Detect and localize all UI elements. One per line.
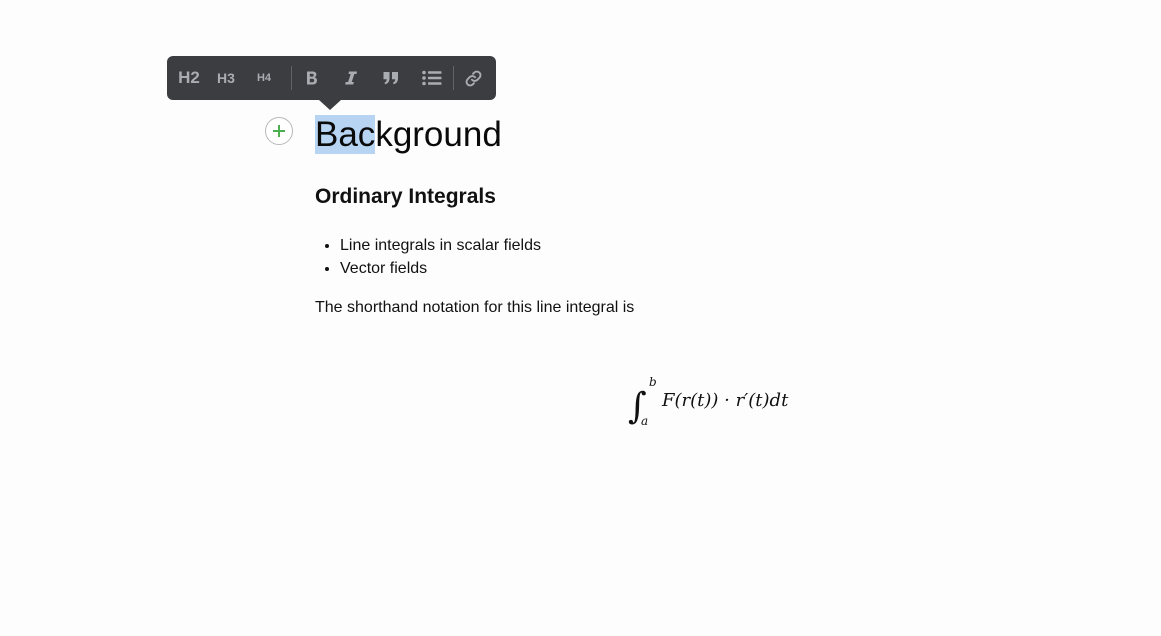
link-button[interactable] [460, 56, 486, 100]
italic-button[interactable] [339, 56, 363, 100]
link-icon [465, 70, 481, 86]
body-paragraph[interactable]: The shorthand notation for this line int… [315, 296, 634, 319]
list-item[interactable]: Line integrals in scalar fields [340, 234, 541, 257]
heading-4-button[interactable]: H4 [249, 56, 279, 100]
selected-text[interactable]: Bac [315, 115, 376, 154]
bold-icon [307, 71, 317, 85]
heading-2-button[interactable]: H2 [171, 56, 207, 100]
bold-button[interactable] [300, 56, 324, 100]
bullet-list: Line integrals in scalar fields Vector f… [315, 234, 541, 280]
toolbar-divider [291, 66, 292, 90]
plus-icon [273, 125, 285, 137]
integrand: F(r(t)) · r′(t)dt [661, 390, 789, 411]
section-heading[interactable]: Ordinary Integrals [315, 183, 496, 210]
add-block-button[interactable] [265, 117, 293, 145]
list-item[interactable]: Vector fields [340, 257, 541, 280]
heading-text[interactable]: kground [375, 115, 501, 154]
integral-lower-limit: a [641, 414, 648, 428]
italic-icon [345, 71, 357, 85]
integral-upper-limit: b [649, 375, 657, 389]
formatting-toolbar: H2 H3 H4 [167, 56, 496, 110]
toolbar-divider [453, 66, 454, 90]
toolbar-pointer [319, 100, 341, 110]
bulleted-list-icon [422, 70, 442, 86]
heading-3-button[interactable]: H3 [210, 56, 242, 100]
bulleted-list-button[interactable] [418, 56, 446, 100]
quote-icon [383, 72, 398, 85]
math-formula[interactable]: ∫ b a F(r(t)) · r′(t)dt [628, 372, 803, 430]
quote-button[interactable] [378, 56, 404, 100]
page-heading[interactable]: Background [315, 113, 502, 157]
